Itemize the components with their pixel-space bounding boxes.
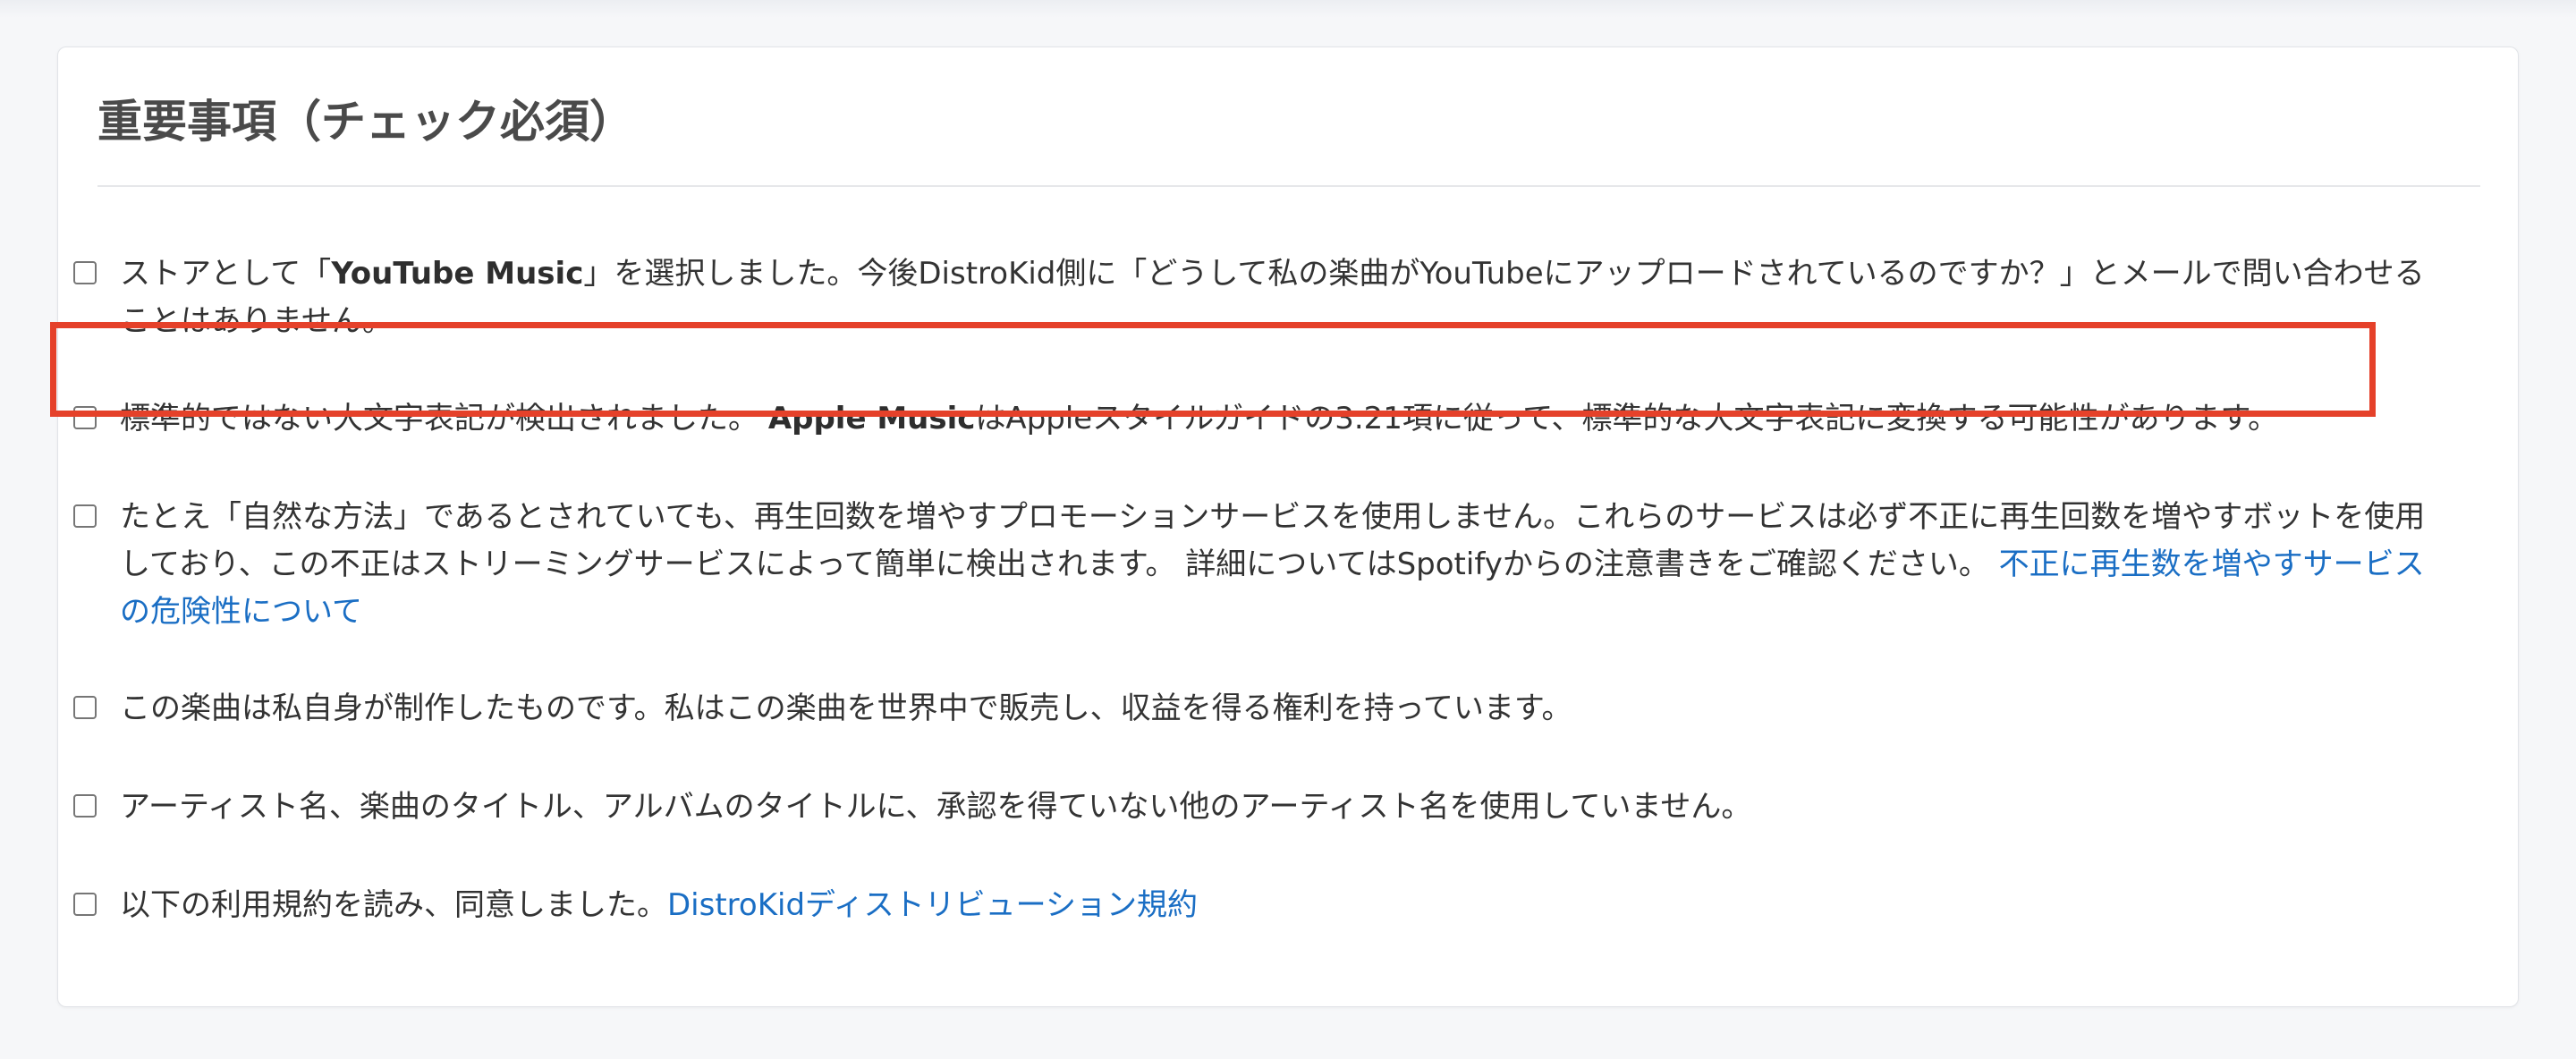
promotion-checkbox[interactable]: [73, 504, 97, 528]
page-top-shadow: [0, 0, 2576, 18]
youtube-music-checkbox[interactable]: [73, 261, 97, 284]
terms-text: 以下の利用規約を読み、同意しました。: [120, 887, 667, 923]
ownership-checkbox[interactable]: [73, 696, 97, 719]
artist-names-label: アーティスト名、楽曲のタイトル、アルバムのタイトルに、承認を得ていない他のアーテ…: [120, 789, 1752, 825]
youtube-music-text-pre: ストアとして「: [120, 256, 332, 292]
youtube-music-label: ストアとして「YouTube Music」を選択しました。今後DistroKid…: [120, 250, 2444, 345]
ownership-label: この楽曲は私自身が制作したものです。私はこの楽曲を世界中で販売し、収益を得る権利…: [120, 690, 1572, 726]
promotion-label: たとえ「自然な方法」であるとされていても、再生回数を増やすプロモーションサービス…: [120, 494, 2444, 636]
checkbox-item-youtube-music[interactable]: ストアとして「YouTube Music」を選択しました。今後DistroKid…: [73, 250, 2444, 345]
capitalization-text-bold: Apple Music: [767, 401, 976, 436]
youtube-music-text-bold: YouTube Music: [331, 256, 584, 292]
checkbox-item-terms[interactable]: 以下の利用規約を読み、同意しました。DistroKidディストリビューション規約: [73, 882, 2444, 929]
checkbox-item-ownership[interactable]: この楽曲は私自身が制作したものです。私はこの楽曲を世界中で販売し、収益を得る権利…: [73, 685, 2444, 733]
checkbox-item-artist-names[interactable]: アーティスト名、楽曲のタイトル、アルバムのタイトルに、承認を得ていない他のアーテ…: [73, 784, 2444, 831]
terms-checkbox[interactable]: [73, 893, 97, 916]
capitalization-text-pre: 標準的ではない大文字表記が検出されました。: [120, 401, 768, 436]
capitalization-checkbox[interactable]: [73, 406, 97, 429]
terms-label: 以下の利用規約を読み、同意しました。DistroKidディストリビューション規約: [120, 882, 2444, 929]
checkbox-item-promotion[interactable]: たとえ「自然な方法」であるとされていても、再生回数を増やすプロモーションサービス…: [73, 494, 2444, 636]
capitalization-label: 標準的ではない大文字表記が検出されました。 Apple MusicはAppleス…: [120, 395, 2444, 443]
title-divider: [97, 185, 2480, 187]
section-title: 重要事項（チェック必須）: [97, 96, 634, 148]
artist-names-checkbox[interactable]: [73, 794, 97, 818]
terms-link[interactable]: DistroKidディストリビューション規約: [667, 887, 1198, 923]
checkbox-item-capitalization[interactable]: 標準的ではない大文字表記が検出されました。 Apple MusicはAppleス…: [73, 395, 2444, 443]
capitalization-text-post: はAppleスタイルガイドの3.21項に従って、標準的な大文字表記に変換する可能…: [975, 401, 2279, 436]
